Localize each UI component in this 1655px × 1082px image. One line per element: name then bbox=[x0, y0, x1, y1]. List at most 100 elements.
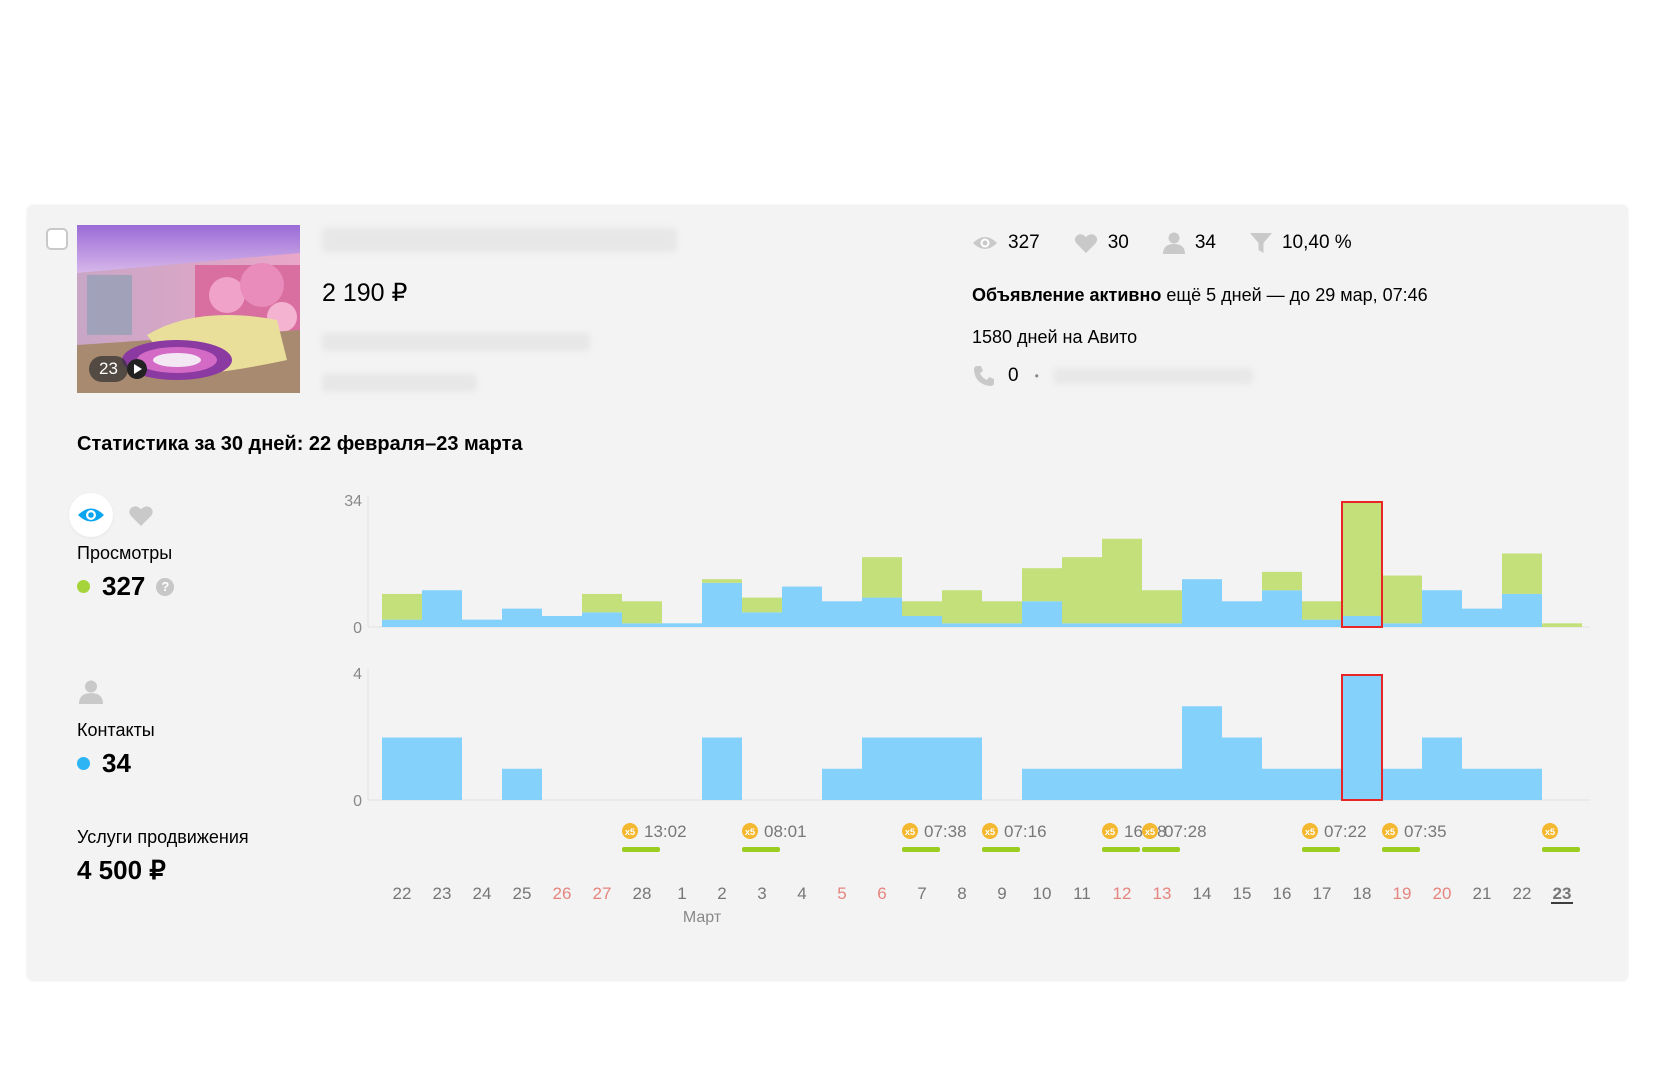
promo-badge-text: x5 bbox=[745, 827, 755, 837]
person-icon bbox=[79, 680, 103, 704]
contacts-bar bbox=[1262, 768, 1302, 800]
video-play-icon[interactable] bbox=[127, 359, 147, 379]
promo-time: 08:01 bbox=[764, 822, 807, 841]
photo-count-badge: 23 bbox=[89, 356, 128, 382]
calls-row: 0 • bbox=[972, 364, 1253, 388]
listing-price: 2 190 ₽ bbox=[322, 279, 408, 307]
y-tick-label: 0 bbox=[353, 620, 362, 637]
x-tick-label: 13 bbox=[1153, 884, 1172, 903]
x-tick-label: 26 bbox=[553, 884, 572, 903]
views-bar-green bbox=[1342, 502, 1382, 616]
promo-badge-text: x5 bbox=[985, 827, 995, 837]
views-bar-blue bbox=[702, 582, 742, 627]
promo-badge-text: x5 bbox=[905, 827, 915, 837]
conversion-value: 10,40 % bbox=[1281, 232, 1352, 253]
views-bar-blue bbox=[1222, 601, 1262, 627]
views-bar-blue bbox=[1182, 579, 1222, 627]
promo-time: 13:02 bbox=[644, 822, 687, 841]
views-bar-blue bbox=[1142, 623, 1182, 627]
y-tick-label: 4 bbox=[353, 666, 362, 683]
views-bar-green bbox=[862, 557, 902, 598]
x-tick-label: 24 bbox=[473, 884, 492, 903]
contacts-bar bbox=[1142, 768, 1182, 800]
contacts-bar bbox=[1222, 737, 1262, 800]
promo-time: 07:35 bbox=[1404, 822, 1447, 841]
select-checkbox[interactable] bbox=[46, 228, 68, 250]
contacts-bar bbox=[1462, 768, 1502, 800]
listing-photo[interactable]: 23 bbox=[77, 225, 300, 393]
x-tick-label: 22 bbox=[1513, 884, 1532, 903]
listing-district-blurred bbox=[322, 374, 477, 392]
listing-title-blurred[interactable] bbox=[322, 228, 677, 252]
separator-dot: • bbox=[1034, 369, 1039, 383]
views-bar-green bbox=[1022, 568, 1062, 602]
contacts-bar bbox=[702, 737, 742, 800]
x-tick-label: 19 bbox=[1393, 884, 1412, 903]
contacts-bar bbox=[1022, 768, 1062, 800]
views-bar-green bbox=[1542, 623, 1582, 627]
contacts-total-value: 34 bbox=[102, 748, 131, 778]
views-bar-green bbox=[742, 597, 782, 613]
promo-badge-text: x5 bbox=[1305, 827, 1315, 837]
x-tick-label: 27 bbox=[593, 884, 612, 903]
views-bar-blue bbox=[502, 608, 542, 627]
views-bar-green bbox=[702, 579, 742, 583]
promo-time: 07:16 bbox=[1004, 822, 1047, 841]
views-total-value: 327 bbox=[102, 571, 146, 601]
x-tick-label: 6 bbox=[877, 884, 886, 903]
views-bar-green bbox=[982, 601, 1022, 624]
contacts-bar bbox=[1382, 768, 1422, 800]
contacts-bar bbox=[822, 768, 862, 800]
contacts-bar bbox=[1342, 675, 1382, 800]
help-icon[interactable]: ? bbox=[156, 577, 175, 596]
x-tick-label: 20 bbox=[1433, 884, 1452, 903]
views-bar-blue bbox=[1502, 593, 1542, 627]
x-tick-label: 3 bbox=[757, 884, 766, 903]
promo-duration-bar bbox=[1102, 847, 1140, 852]
promo-time: 07:22 bbox=[1324, 822, 1367, 841]
x-tick-label: 16 bbox=[1273, 884, 1292, 903]
month-label: Март bbox=[683, 909, 722, 925]
x-tick-label: 10 bbox=[1033, 884, 1052, 903]
stats-section-title: Статистика за 30 дней: 22 февраля–23 мар… bbox=[77, 433, 523, 455]
x-tick-label: 17 bbox=[1313, 884, 1332, 903]
views-toggle[interactable] bbox=[69, 493, 113, 537]
contacts-bar bbox=[1502, 768, 1542, 800]
views-bar-green bbox=[382, 593, 422, 620]
conversion-stat: 10,40 % bbox=[1249, 232, 1352, 254]
x-tick-label: 25 bbox=[513, 884, 532, 903]
views-bar-blue bbox=[382, 619, 422, 627]
promo-duration-bar bbox=[1542, 847, 1580, 852]
views-bar-blue bbox=[1422, 590, 1462, 627]
views-bar-green bbox=[1142, 590, 1182, 624]
x-tick-label: 14 bbox=[1193, 884, 1212, 903]
views-bar-blue bbox=[862, 597, 902, 627]
x-tick-label: 2 bbox=[717, 884, 726, 903]
promo-time: 07:28 bbox=[1164, 822, 1207, 841]
views-bar-blue bbox=[462, 619, 502, 627]
contacts-stat: 34 bbox=[1162, 232, 1216, 254]
favorites-toggle[interactable] bbox=[128, 505, 154, 532]
promo-total: 4 500 ₽ bbox=[77, 855, 166, 885]
views-bar-blue bbox=[742, 612, 782, 627]
x-tick-label: 18 bbox=[1353, 884, 1372, 903]
x-tick-label: 5 bbox=[837, 884, 846, 903]
views-bar-blue bbox=[1062, 623, 1102, 627]
views-label: Просмотры bbox=[77, 543, 173, 563]
views-bar-green bbox=[1262, 571, 1302, 591]
contacts-bar bbox=[422, 737, 462, 800]
contacts-bar bbox=[1062, 768, 1102, 800]
promo-duration-bar bbox=[902, 847, 940, 852]
x-tick-label: 23 bbox=[1553, 884, 1572, 903]
contacts-bar bbox=[1302, 768, 1342, 800]
person-icon bbox=[1162, 232, 1185, 254]
y-tick-label: 0 bbox=[353, 793, 362, 810]
views-stat: 327 bbox=[972, 232, 1040, 254]
views-bar-green bbox=[1302, 601, 1342, 620]
views-bar-green bbox=[1102, 538, 1142, 624]
active-status: Объявление активно ещё 5 дней — до 29 ма… bbox=[972, 285, 1428, 306]
eye-icon bbox=[973, 237, 997, 249]
active-status-bold: Объявление активно bbox=[972, 285, 1162, 305]
views-bar-blue bbox=[1462, 608, 1502, 627]
views-bar-green bbox=[942, 590, 982, 624]
